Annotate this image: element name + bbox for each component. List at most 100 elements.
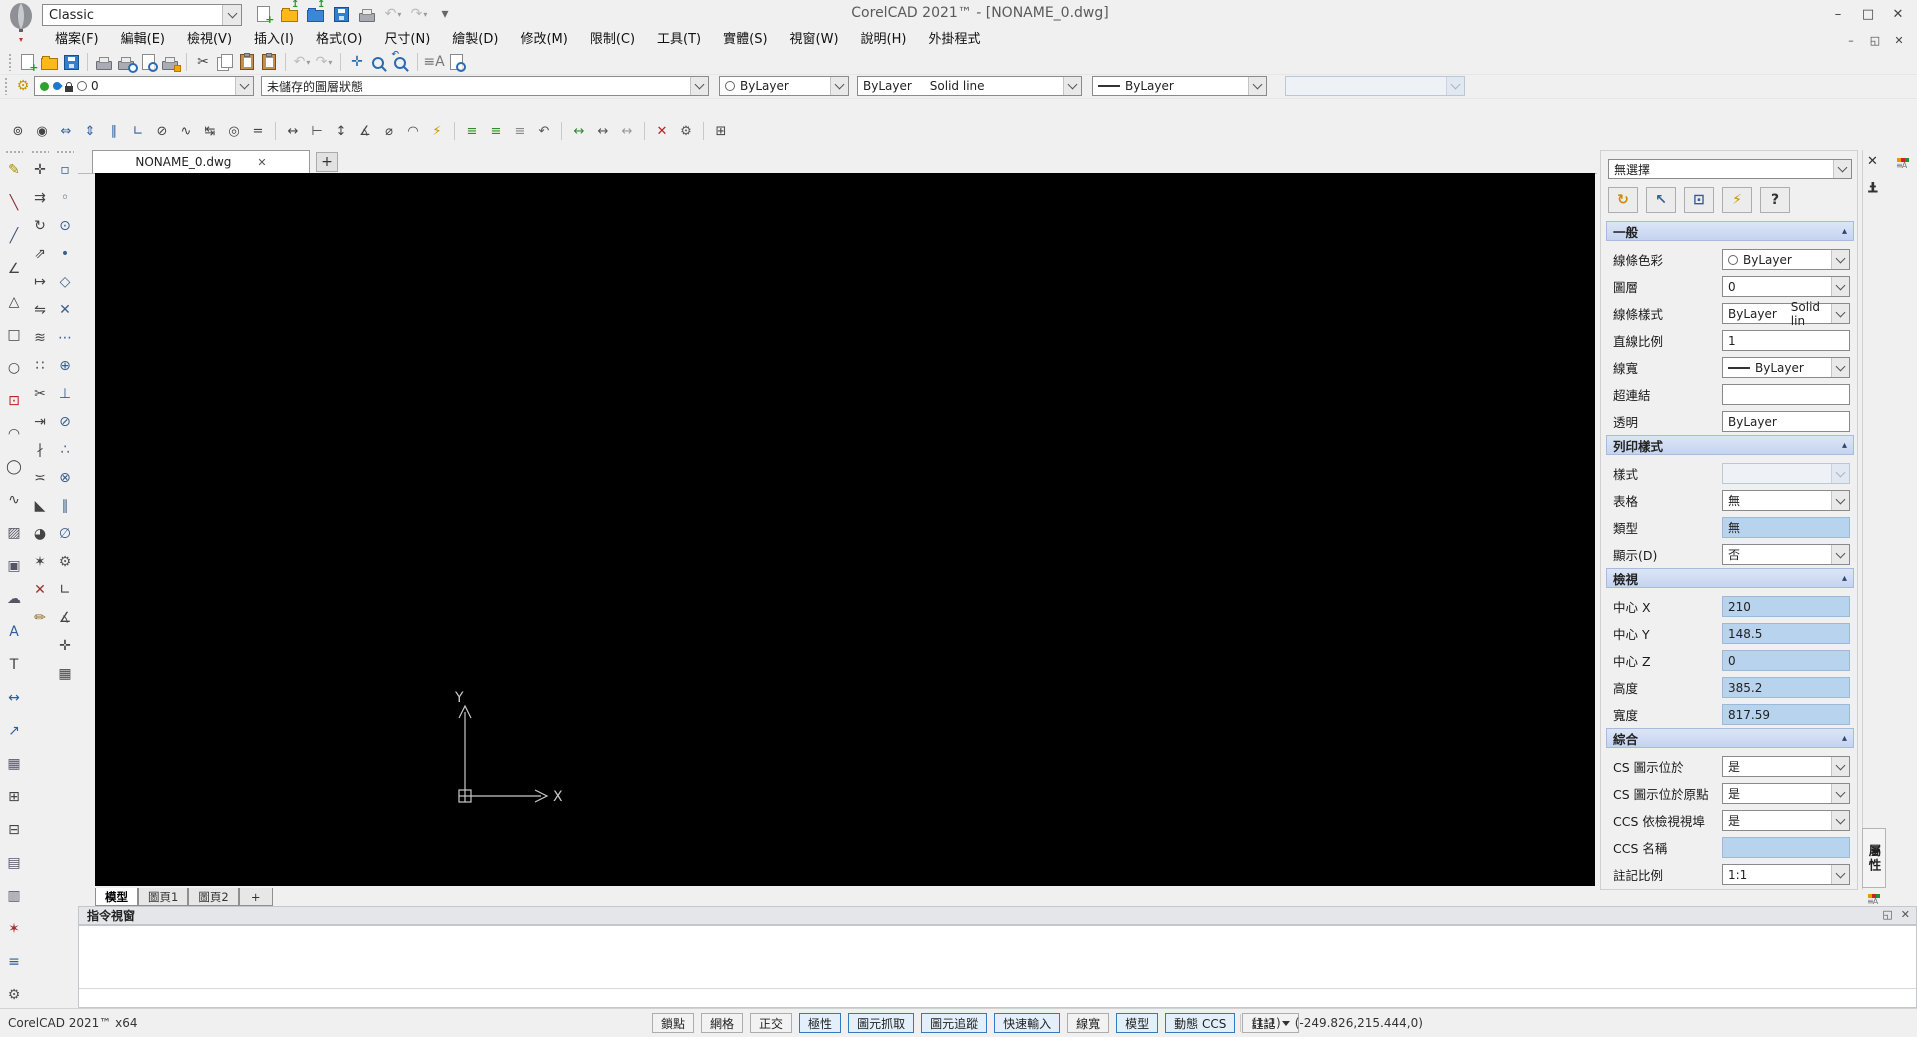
status-toggle-0[interactable]: 鎖點 (652, 1013, 695, 1033)
zoom-previous-button[interactable] (390, 50, 412, 73)
menu-item-11[interactable]: 視窗(W) (779, 30, 850, 50)
show-all-constraints-button[interactable]: ≡ (484, 120, 508, 142)
menu-item-3[interactable]: 插入(I) (243, 30, 305, 50)
status-toggle-8[interactable]: 模型 (1116, 1013, 1159, 1033)
delete-constraints-button[interactable]: ✕ (650, 120, 674, 142)
hide-dim-constraints-button[interactable]: ↔ (615, 120, 639, 142)
rectangle-tool-button[interactable]: □ (3, 324, 25, 346)
status-toggle-4[interactable]: 圖元抓取 (848, 1013, 915, 1033)
constraint-smooth-button[interactable]: ∿ (174, 120, 198, 142)
snap-endpoint-button[interactable]: ▫ (54, 159, 76, 181)
extend-tool-button[interactable]: ⇥ (29, 411, 51, 433)
status-toggle-2[interactable]: 正交 (750, 1013, 793, 1033)
snap-tangent-button[interactable]: ⊘ (54, 411, 76, 433)
show-selected-dim-constraints-button[interactable]: ↔ (591, 120, 615, 142)
new-drawing-button[interactable] (252, 3, 275, 26)
section-header-2[interactable]: 檢視 ▴ (1606, 568, 1854, 588)
split-tool-button[interactable]: ∤ (29, 439, 51, 461)
show-dim-constraints-button[interactable]: ↔ (567, 120, 591, 142)
select-entities-button[interactable]: ↻ (1608, 187, 1638, 213)
edit-tool-button[interactable]: ✎ (3, 159, 25, 181)
color-fill-tool-button[interactable]: ✶ (3, 918, 25, 940)
menu-item-5[interactable]: 尺寸(N) (373, 30, 441, 50)
polar-mode-button[interactable]: ∡ (54, 607, 76, 629)
fillet-tool-button[interactable]: ◕ (29, 523, 51, 545)
status-toggle-9[interactable]: 動態 CCS (1165, 1013, 1236, 1033)
add-sheet-button[interactable]: + (238, 888, 273, 906)
help-button[interactable]: ? (1760, 187, 1790, 213)
status-toggle-1[interactable]: 網格 (701, 1013, 744, 1033)
import-drawing-button[interactable] (304, 0, 326, 25)
property-dropdown[interactable]: 0 (1722, 276, 1850, 297)
maximize-button[interactable]: □ (1853, 2, 1883, 26)
snap-apparent-intersection-button[interactable]: ⊗ (54, 467, 76, 489)
constraint-perpendicular-button[interactable]: ∟ (126, 120, 150, 142)
cloud-tool-button[interactable]: ☁ (3, 588, 25, 610)
open-drawing-button[interactable] (278, 0, 300, 25)
menu-item-13[interactable]: 外掛程式 (917, 30, 991, 50)
cut-button[interactable]: ✂ (192, 51, 214, 73)
table-tool-button[interactable]: ▦ (3, 753, 25, 775)
grid-mode-button[interactable]: ▦ (54, 663, 76, 685)
ortho-mode-button[interactable]: ∟ (54, 579, 76, 601)
dim-constraint-vertical-button[interactable]: ↕ (329, 120, 353, 142)
snap-settings-button[interactable]: ⚙ (54, 551, 76, 573)
menu-item-9[interactable]: 工具(T) (646, 30, 712, 50)
print-button[interactable] (356, 3, 378, 25)
explode-tool-button[interactable]: ✶ (29, 551, 51, 573)
weld-tool-button[interactable]: ≍ (29, 467, 51, 489)
undo-button[interactable]: ↶ ▾ (291, 51, 313, 73)
arc-tool-button[interactable]: ◠ (3, 423, 25, 445)
snap-nearest-button[interactable]: ∴ (54, 439, 76, 461)
dimension-tool-button[interactable]: ↔ (3, 687, 25, 709)
close-button[interactable]: ✕ (1883, 2, 1913, 26)
status-toggle-6[interactable]: 快速輸入 (994, 1013, 1061, 1033)
sheet-tab-2[interactable]: 圖頁2 (188, 888, 239, 906)
section-header-0[interactable]: 一般 ▴ (1606, 221, 1854, 241)
snap-node-button[interactable]: • (54, 243, 76, 265)
toolbar-grip[interactable] (8, 53, 12, 71)
menu-item-0[interactable]: 檔案(F) (44, 30, 110, 50)
polyline-tool-button[interactable]: ∠ (3, 258, 25, 280)
region-tool-button[interactable]: ▣ (3, 555, 25, 577)
collapse-icon[interactable]: ▴ (1842, 440, 1847, 451)
menu-item-6[interactable]: 繪製(D) (441, 30, 509, 50)
leader-tool-button[interactable]: ↗ (3, 720, 25, 742)
line-weight-dropdown[interactable]: ByLayer (1092, 76, 1267, 96)
options-tool-button[interactable]: ⚙ (3, 984, 25, 1006)
snap-extension-button[interactable]: ⋯ (54, 327, 76, 349)
status-toggle-7[interactable]: 線寬 (1067, 1013, 1110, 1033)
move-tool-button[interactable]: ✛ (29, 159, 51, 181)
menu-item-8[interactable]: 限制(C) (579, 30, 646, 50)
document-tab[interactable]: NONAME_0.dwg ✕ (92, 150, 310, 173)
print-settings-button[interactable] (159, 51, 181, 73)
layer-manager-button[interactable]: ⚙ (12, 75, 34, 97)
text-tool-button[interactable]: A (3, 621, 25, 643)
toolbar-grip[interactable] (56, 150, 74, 154)
quick-select-button[interactable]: ⚡ (1722, 187, 1752, 213)
dim-constraint-linear-button[interactable]: ↔ (281, 120, 305, 142)
pattern-fill-tool-button[interactable]: ▥ (3, 885, 25, 907)
delete-tool-button[interactable]: ✕ (29, 579, 51, 601)
menu-item-12[interactable]: 說明(H) (850, 30, 918, 50)
polygon-tool-button[interactable]: △ (3, 291, 25, 313)
menu-item-7[interactable]: 修改(M) (509, 30, 578, 50)
ellipse-tool-button[interactable]: ◯ (3, 456, 25, 478)
constraint-concentric-button[interactable]: ◎ (222, 120, 246, 142)
constraint-parallel-button[interactable]: ∥ (102, 120, 126, 142)
layer-dropdown[interactable]: 0 (34, 76, 254, 96)
property-dropdown[interactable]: 是 (1722, 783, 1850, 804)
property-input[interactable] (1722, 384, 1850, 405)
chamfer-tool-button[interactable]: ◣ (29, 495, 51, 517)
collapse-icon[interactable]: ▴ (1842, 733, 1847, 744)
dim-constraint-radial-button[interactable]: ⌀ (377, 120, 401, 142)
drawing-canvas[interactable]: Y X (95, 173, 1595, 886)
close-panel-icon[interactable]: ✕ (1867, 154, 1878, 169)
line-style-dropdown[interactable]: ByLayer Solid line (857, 76, 1082, 96)
section-header-3[interactable]: 綜合 ▴ (1606, 728, 1854, 748)
snap-center-button[interactable]: ⊙ (54, 215, 76, 237)
array-tool-button[interactable]: ∷ (29, 355, 51, 377)
toolbar-grip[interactable] (5, 150, 23, 154)
property-dropdown[interactable]: ByLayer (1722, 249, 1850, 270)
restore-constraints-button[interactable]: ↶ (532, 120, 556, 142)
